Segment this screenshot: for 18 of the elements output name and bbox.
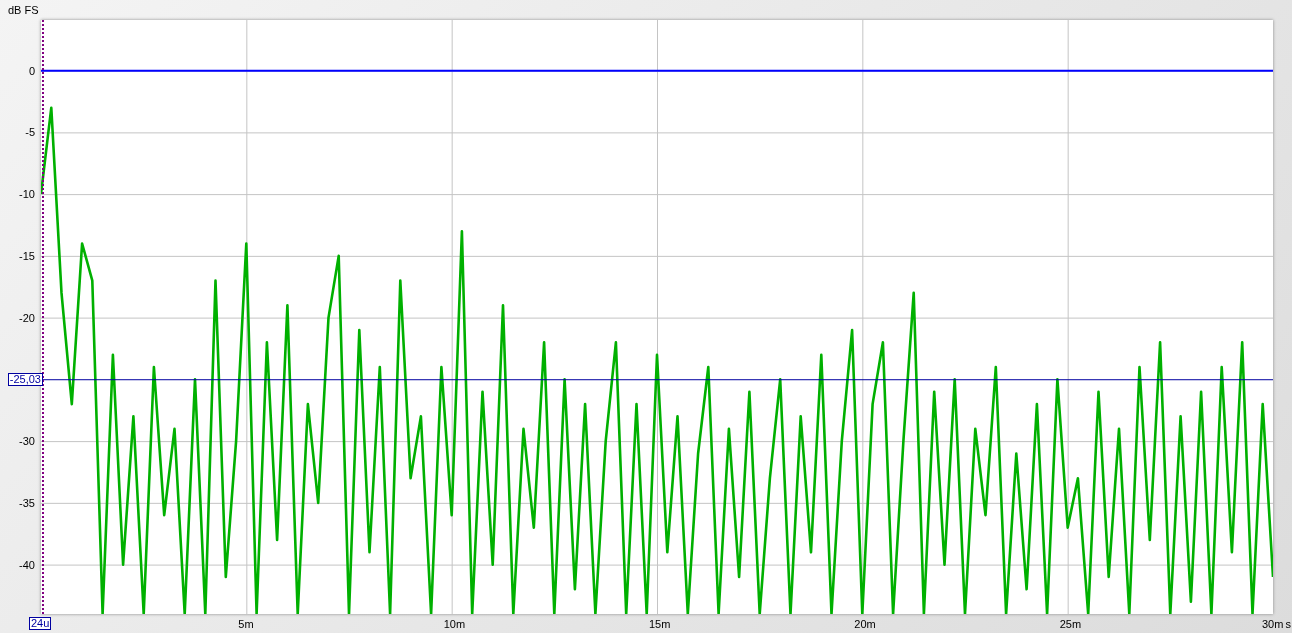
- y-tick-label: -35: [19, 496, 35, 509]
- x-tick-label: 20m: [854, 618, 876, 630]
- y-tick-label: -30: [19, 435, 35, 448]
- cursor-value-marker: -25,03: [7, 372, 43, 386]
- y-axis-title: dB FS: [7, 3, 39, 18]
- x-tick-label: 30m: [1262, 618, 1284, 630]
- y-tick-label: -15: [19, 249, 35, 262]
- y-tick-label: -10: [19, 188, 35, 201]
- y-tick-label: -20: [19, 311, 35, 324]
- y-tick-label: 0: [28, 64, 35, 77]
- cursor-value-marker: 24u: [29, 617, 52, 630]
- y-tick-label: -40: [19, 558, 35, 571]
- x-tick-label: 10m: [443, 618, 466, 630]
- x-tick-label: 25m: [1059, 618, 1082, 630]
- x-axis-unit: s: [1285, 618, 1291, 630]
- x-tick-label: 15m: [649, 618, 671, 630]
- y-tick-label: -5: [25, 126, 35, 139]
- x-tick-label: 5m: [238, 618, 254, 630]
